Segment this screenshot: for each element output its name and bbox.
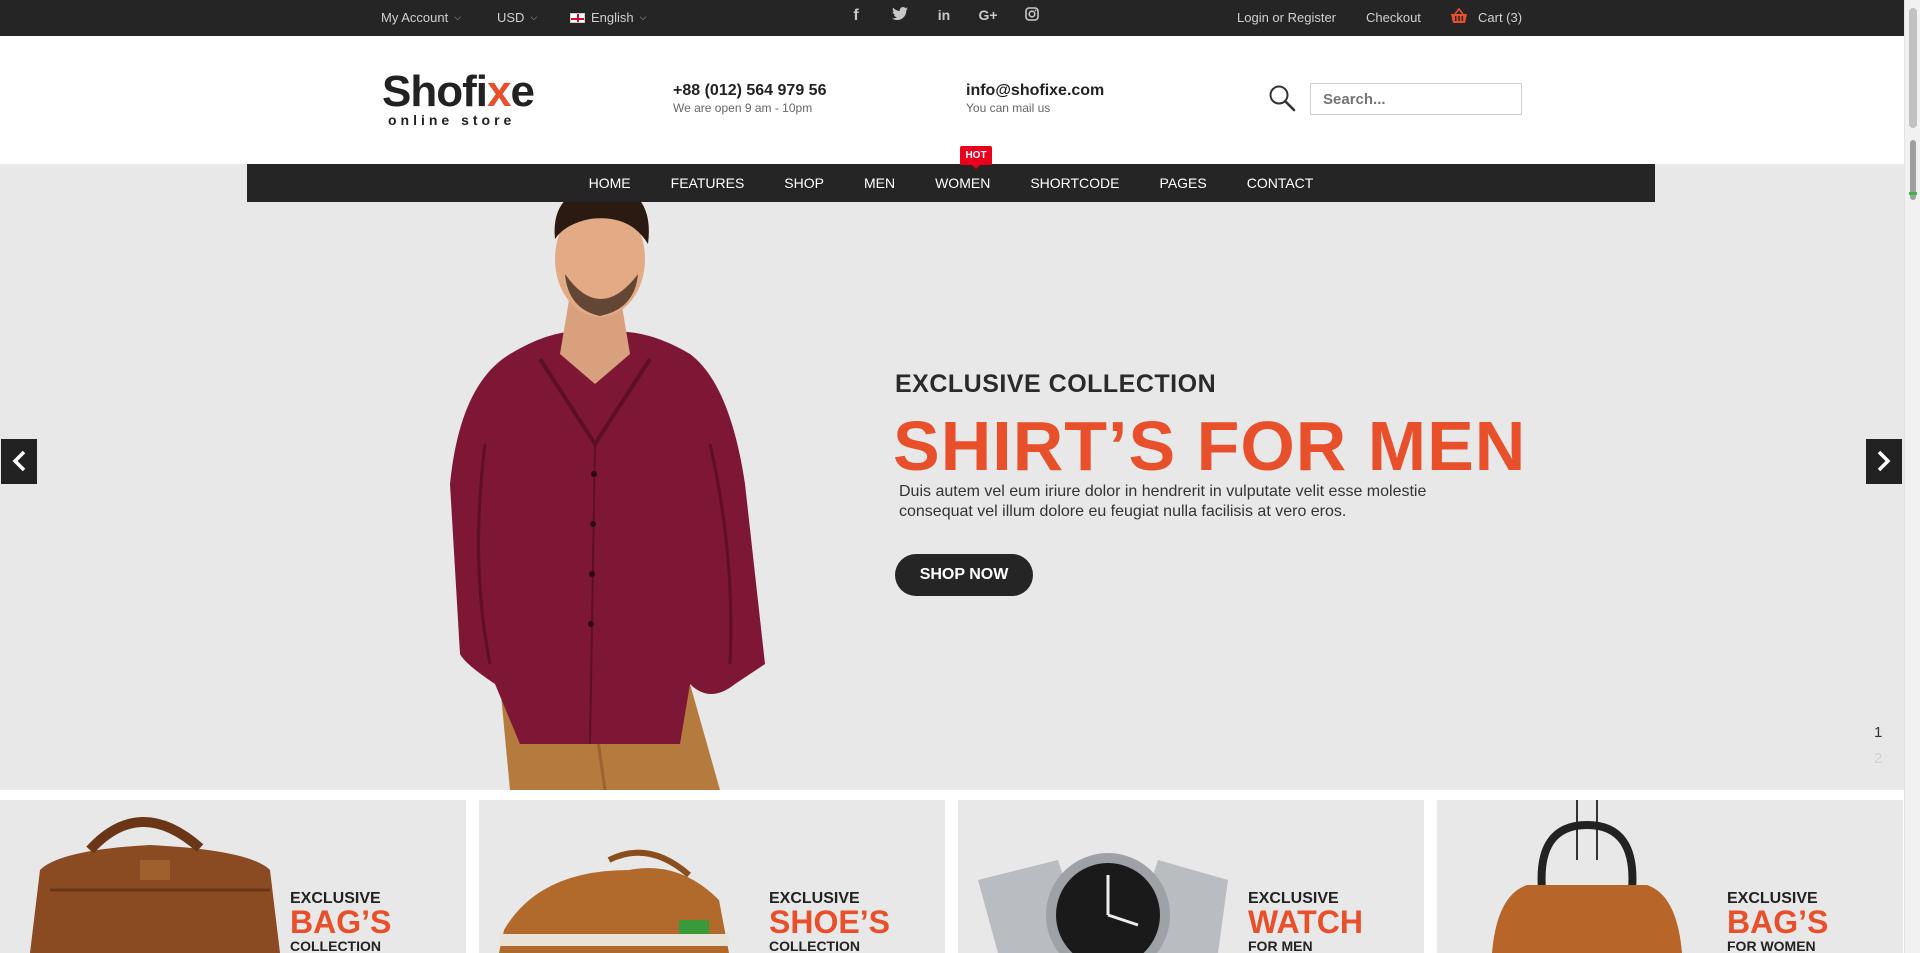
hero-description-line-1: Duis autem vel eum iriure dolor in hendr… [899, 483, 1427, 500]
slider-next-button[interactable] [1866, 439, 1902, 484]
category-subtitle: COLLECTION [769, 938, 860, 953]
hero-subtitle: EXCLUSIVE COLLECTION [895, 370, 1217, 398]
boat-shoe-image [499, 849, 729, 953]
wristwatch-image [978, 853, 1228, 953]
phone-number: +88 (012) 564 979 56 [673, 82, 827, 99]
linkedin-icon[interactable]: in [934, 7, 954, 26]
email-note: You can mail us [966, 101, 1051, 115]
uk-flag-icon [570, 12, 585, 23]
chevron-down-icon: ⌵ [639, 12, 647, 22]
nav-pages[interactable]: PAGES [1140, 164, 1227, 202]
nav-home[interactable]: HOME [569, 164, 651, 202]
checkout-link[interactable]: Checkout [1366, 10, 1421, 25]
search-icon[interactable] [1268, 84, 1296, 112]
chevron-left-icon [12, 450, 26, 472]
account-label: My Account [381, 10, 449, 25]
hero-title: SHIRT’S FOR MEN [893, 407, 1527, 485]
scroll-position-marker [1909, 192, 1917, 195]
hero-model-image [450, 184, 765, 790]
category-card-women-bags[interactable]: EXCLUSIVE BAG’S FOR WOMEN [1437, 800, 1903, 953]
chevron-right-icon [1877, 450, 1891, 472]
nav-contact[interactable]: CONTACT [1227, 164, 1334, 202]
site-logo[interactable]: Shofixe online store [382, 67, 535, 129]
email-address[interactable]: info@shofixe.com [966, 82, 1104, 100]
category-title: SHOE’S [769, 904, 890, 940]
logo-tagline: online store [388, 112, 516, 128]
slider-page-2[interactable]: 2 [1874, 750, 1882, 767]
hot-badge: HOT [960, 146, 992, 169]
account-dropdown[interactable]: My Account ⌵ [381, 10, 461, 25]
page-scrollbar[interactable] [1904, 0, 1920, 953]
category-banners: EXCLUSIVE BAG’S COLLECTION EXCLUSIVE SHO… [0, 800, 1904, 953]
slider-prev-button[interactable] [1, 439, 37, 484]
checkout-label: Checkout [1366, 10, 1421, 25]
shop-now-button[interactable]: SHOP NOW [895, 554, 1033, 596]
email-contact: info@shofixe.com You can mail us [966, 82, 1104, 115]
category-subtitle: COLLECTION [290, 938, 381, 953]
site-header: Shofixe online store +88 (012) 564 979 5… [0, 36, 1904, 164]
category-card-watch[interactable]: EXCLUSIVE WATCH FOR MEN [958, 800, 1424, 953]
nav-shop[interactable]: SHOP [764, 164, 844, 202]
chevron-down-icon: ⌵ [530, 12, 538, 22]
language-dropdown[interactable]: English ⌵ [570, 10, 646, 25]
category-title: BAG’S [290, 904, 392, 940]
twitter-icon[interactable] [890, 7, 910, 26]
chevron-down-icon: ⌵ [454, 12, 462, 22]
instagram-icon[interactable] [1022, 7, 1042, 26]
hero-description-line-2: consequat vel illum dolore eu feugiat nu… [899, 503, 1347, 520]
logo-wordmark: Shofixe [382, 67, 535, 116]
nav-women[interactable]: WOMEN [915, 164, 1010, 202]
social-links: f in G+ [846, 7, 1042, 26]
hero-slider: HOME FEATURES SHOP MEN WOMEN SHORTCODE P… [0, 164, 1904, 790]
slider-page-1[interactable]: 1 [1874, 724, 1882, 741]
scrollbar-handle[interactable] [1910, 140, 1916, 200]
scrollbar-thumb[interactable] [1909, 8, 1917, 128]
category-card-shoes[interactable]: EXCLUSIVE SHOE’S COLLECTION [479, 800, 945, 953]
cart-link[interactable]: Cart (3) [1450, 7, 1522, 25]
top-bar: My Account ⌵ USD ⌵ English ⌵ f in G+ Log… [0, 0, 1904, 36]
language-label: English [591, 10, 634, 25]
phone-contact: +88 (012) 564 979 56 We are open 9 am - … [673, 82, 826, 115]
travel-bag-image [30, 817, 280, 953]
category-title: BAG’S [1727, 904, 1829, 940]
handbag-image [1492, 800, 1682, 953]
category-subtitle: FOR MEN [1248, 938, 1313, 953]
category-subtitle: FOR WOMEN [1727, 938, 1816, 953]
shopping-basket-icon [1451, 8, 1467, 23]
nav-shortcode[interactable]: SHORTCODE [1010, 164, 1139, 202]
phone-hours: We are open 9 am - 10pm [673, 101, 813, 115]
nav-men[interactable]: MEN [844, 164, 915, 202]
google-plus-icon[interactable]: G+ [978, 7, 998, 26]
facebook-icon[interactable]: f [846, 7, 866, 26]
hero-description: Duis autem vel eum iriure dolor in hendr… [899, 482, 1459, 522]
nav-features[interactable]: FEATURES [651, 164, 765, 202]
category-title: WATCH [1248, 904, 1363, 940]
category-card-bags[interactable]: EXCLUSIVE BAG’S COLLECTION [0, 800, 466, 953]
cart-label: Cart (3) [1478, 10, 1523, 25]
search-input[interactable] [1310, 83, 1522, 115]
currency-label: USD [497, 10, 525, 25]
currency-dropdown[interactable]: USD ⌵ [497, 10, 537, 25]
login-label: Login or Register [1237, 10, 1336, 25]
main-navigation: HOME FEATURES SHOP MEN WOMEN SHORTCODE P… [247, 164, 1655, 202]
login-link[interactable]: Login or Register [1237, 10, 1336, 25]
